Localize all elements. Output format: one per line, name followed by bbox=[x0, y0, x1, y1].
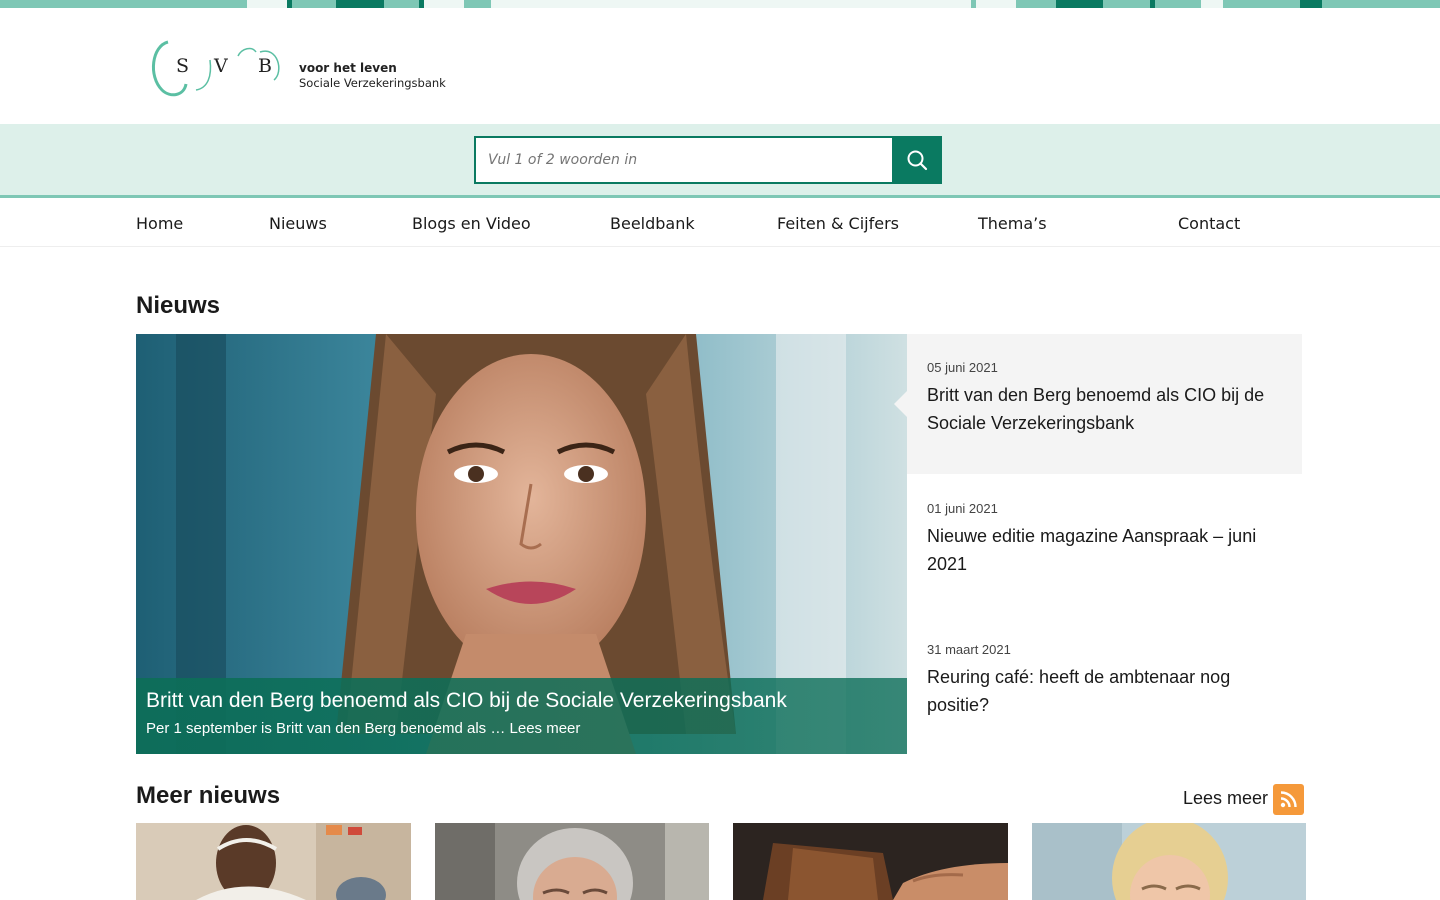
news-heading: Nieuws bbox=[136, 292, 221, 319]
logo-tagline-2: Sociale Verzekeringsbank bbox=[299, 76, 446, 90]
news-list-item[interactable]: 31 maart 2021 Reuring café: heeft de amb… bbox=[907, 616, 1302, 756]
news-list: 05 juni 2021 Britt van den Berg benoemd … bbox=[894, 334, 1302, 756]
top-decorative-stripe bbox=[0, 0, 1440, 8]
logo-tagline-1: voor het leven bbox=[299, 61, 397, 75]
news-list-item[interactable]: 05 juni 2021 Britt van den Berg benoemd … bbox=[894, 334, 1302, 474]
hero-title: Britt van den Berg benoemd als CIO bij d… bbox=[146, 689, 787, 712]
search-icon bbox=[907, 150, 928, 171]
rss-button[interactable] bbox=[1273, 784, 1304, 815]
news-card-photo bbox=[435, 823, 709, 900]
logo-tagline: voor het leven Sociale Verzekeringsbank bbox=[299, 61, 446, 90]
nav-item-themas[interactable]: Thema’s bbox=[978, 214, 1047, 233]
news-title: Reuring café: heeft de ambtenaar nog pos… bbox=[927, 667, 1231, 715]
news-card-image-3[interactable] bbox=[733, 823, 1008, 900]
news-card-photo bbox=[1032, 823, 1306, 900]
news-date: 01 juni 2021 bbox=[927, 501, 998, 516]
hero-caption: Britt van den Berg benoemd als CIO bij d… bbox=[136, 678, 907, 754]
nav-item-nieuws[interactable]: Nieuws bbox=[269, 214, 327, 233]
site-header: S V B voor het leven Sociale Verzekering… bbox=[0, 8, 1440, 124]
nav-item-contact[interactable]: Contact bbox=[1178, 214, 1240, 233]
logo-letter-s: S bbox=[176, 55, 189, 77]
news-card-image-4[interactable] bbox=[1032, 823, 1306, 900]
logo-letter-v: V bbox=[213, 55, 228, 77]
more-news-heading: Meer nieuws bbox=[136, 782, 281, 809]
active-pointer bbox=[894, 390, 908, 418]
main-nav: Home Nieuws Blogs en Video Beeldbank Fei… bbox=[0, 201, 1440, 247]
rss-icon bbox=[1280, 791, 1297, 808]
nav-item-beeldbank[interactable]: Beeldbank bbox=[610, 214, 695, 233]
logo-letter-b: B bbox=[258, 55, 272, 77]
search-band bbox=[0, 124, 1440, 198]
search-button[interactable] bbox=[892, 136, 942, 184]
read-more-link[interactable]: Lees meer bbox=[1183, 788, 1268, 809]
news-card-photo bbox=[733, 823, 1008, 900]
news-title: Nieuwe editie magazine Aanspraak – juni … bbox=[927, 526, 1257, 574]
nav-item-blogs-en-video[interactable]: Blogs en Video bbox=[412, 214, 531, 233]
news-date: 05 juni 2021 bbox=[927, 360, 998, 375]
search-box bbox=[474, 136, 894, 184]
news-card-photo bbox=[136, 823, 411, 900]
svb-logo-graphic: S V B bbox=[151, 40, 280, 97]
news-card-image-2[interactable] bbox=[435, 823, 709, 900]
news-card-image-1[interactable] bbox=[136, 823, 411, 900]
search-input[interactable] bbox=[476, 138, 894, 182]
svb-logo[interactable]: S V B bbox=[150, 36, 290, 100]
hero-news-item[interactable]: Britt van den Berg benoemd als CIO bij d… bbox=[136, 334, 907, 754]
nav-item-feiten-cijfers[interactable]: Feiten & Cijfers bbox=[777, 214, 899, 233]
news-date: 31 maart 2021 bbox=[927, 642, 1011, 657]
news-title: Britt van den Berg benoemd als CIO bij d… bbox=[927, 385, 1265, 433]
news-list-item[interactable]: 01 juni 2021 Nieuwe editie magazine Aans… bbox=[907, 475, 1302, 615]
hero-summary: Per 1 september is Britt van den Berg be… bbox=[146, 720, 581, 737]
nav-item-home[interactable]: Home bbox=[136, 214, 183, 233]
